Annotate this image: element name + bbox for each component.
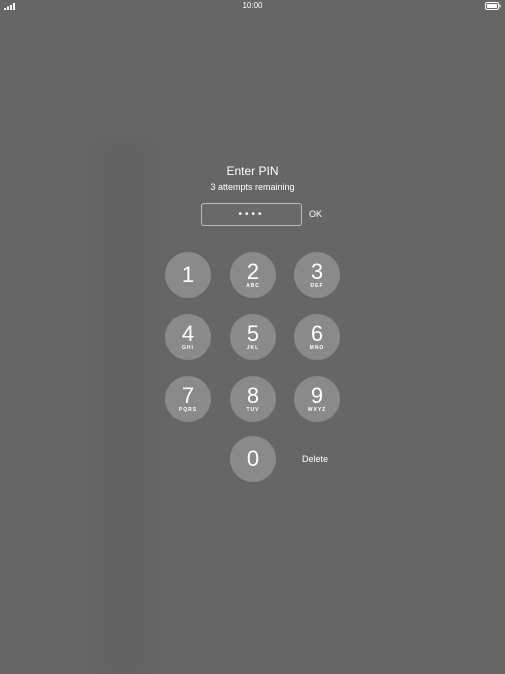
status-bar: 10:00 (0, 0, 505, 14)
key-letters: GHI (182, 345, 194, 351)
key-digit: 2 (246, 259, 260, 284)
keypad-key-3[interactable]: 3 DEF (294, 252, 340, 298)
keypad-key-5[interactable]: 5 JKL (230, 314, 276, 360)
delete-button[interactable]: Delete (302, 453, 328, 465)
blurred-background (80, 140, 170, 674)
key-digit: 8 (246, 383, 260, 408)
key-digit: 9 (310, 383, 324, 408)
pin-masked-value: •••• (238, 208, 265, 220)
key-digit: 1 (181, 262, 195, 287)
key-letters: DEF (310, 283, 324, 289)
pin-prompt-title: Enter PIN (226, 164, 279, 178)
key-letters: PQRS (178, 407, 198, 413)
keypad-key-2[interactable]: 2 ABC (230, 252, 276, 298)
key-digit: 5 (246, 321, 260, 346)
keypad-key-0[interactable]: 0 (230, 436, 276, 482)
key-digit: 0 (246, 446, 260, 471)
key-digit: 7 (181, 383, 195, 408)
keypad-key-1[interactable]: 1 (165, 252, 211, 298)
key-letters: WXYZ (307, 407, 327, 413)
key-letters: MNO (309, 345, 325, 351)
keypad-key-9[interactable]: 9 WXYZ (294, 376, 340, 422)
pin-input[interactable]: •••• (201, 203, 302, 226)
ok-button[interactable]: OK (309, 208, 322, 220)
key-letters: TUV (246, 407, 260, 413)
keypad-key-7[interactable]: 7 PQRS (165, 376, 211, 422)
attempts-remaining-text: 3 attempts remaining (210, 182, 295, 192)
keypad-key-6[interactable]: 6 MNO (294, 314, 340, 360)
keypad-key-4[interactable]: 4 GHI (165, 314, 211, 360)
keypad-key-8[interactable]: 8 TUV (230, 376, 276, 422)
key-digit: 6 (310, 321, 324, 346)
status-time: 10:00 (242, 1, 263, 10)
battery-icon (485, 2, 501, 10)
key-letters: ABC (246, 283, 260, 289)
key-digit: 4 (181, 321, 195, 346)
key-digit: 3 (310, 259, 324, 284)
key-letters: JKL (246, 345, 260, 351)
